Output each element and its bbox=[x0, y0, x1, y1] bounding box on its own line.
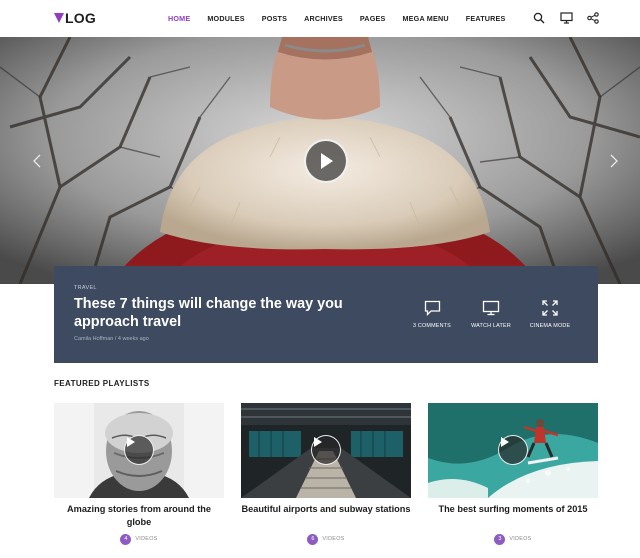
comment-icon bbox=[422, 299, 442, 317]
site-header: LOG HOME MODULES POSTS ARCHIVES PAGES ME… bbox=[0, 0, 640, 37]
comments-button[interactable]: 3 COMMENTS bbox=[402, 299, 462, 333]
playlist-card: Amazing stories from around the globe 4 … bbox=[54, 403, 224, 553]
post-meta: Camila Hoffman / 4 weeks ago bbox=[74, 336, 149, 342]
videos-label: VIDEOS bbox=[509, 536, 532, 542]
expand-icon bbox=[540, 299, 560, 317]
playlist-meta: 4 VIDEOS bbox=[54, 533, 224, 545]
watch-later-button[interactable]: WATCH LATER bbox=[461, 299, 521, 333]
play-icon bbox=[501, 437, 509, 447]
video-count-badge: 4 bbox=[120, 533, 132, 545]
search-icon[interactable] bbox=[532, 11, 546, 25]
nav-item-mega-menu[interactable]: MEGA MENU bbox=[402, 12, 448, 26]
hero-next-arrow-icon[interactable] bbox=[607, 152, 621, 170]
videos-label: VIDEOS bbox=[135, 536, 158, 542]
playlist-thumbnail[interactable] bbox=[428, 403, 598, 498]
playlist-play-button[interactable] bbox=[498, 435, 528, 465]
post-category[interactable]: TRAVEL bbox=[74, 285, 97, 291]
hero-prev-arrow-icon[interactable] bbox=[30, 152, 44, 170]
videos-label: VIDEOS bbox=[322, 536, 345, 542]
comments-label: 3 COMMENTS bbox=[413, 323, 451, 329]
nav-item-posts[interactable]: POSTS bbox=[262, 12, 287, 26]
main-nav: HOME MODULES POSTS ARCHIVES PAGES MEGA M… bbox=[168, 12, 523, 26]
playlist-play-button[interactable] bbox=[311, 435, 341, 465]
nav-item-pages[interactable]: PAGES bbox=[360, 12, 386, 26]
playlist-meta: 6 VIDEOS bbox=[241, 533, 411, 545]
video-count-badge: 6 bbox=[307, 533, 319, 545]
playlist-title[interactable]: Amazing stories from around the globe bbox=[54, 503, 224, 529]
section-title: FEATURED PLAYLISTS bbox=[54, 379, 150, 388]
post-title[interactable]: These 7 things will change the way you a… bbox=[74, 295, 374, 331]
site-logo[interactable]: LOG bbox=[54, 10, 96, 26]
cinema-mode-label: CINEMA MODE bbox=[529, 323, 571, 329]
playlist-card: Beautiful airports and subway stations 6… bbox=[241, 403, 411, 553]
nav-item-features[interactable]: FEATURES bbox=[466, 12, 506, 26]
play-icon bbox=[314, 437, 322, 447]
nav-item-home[interactable]: HOME bbox=[168, 12, 190, 26]
video-count-badge: 3 bbox=[494, 533, 506, 545]
logo-text: LOG bbox=[65, 10, 96, 26]
playlist-title[interactable]: Beautiful airports and subway stations bbox=[241, 503, 411, 516]
playlist-thumbnail[interactable] bbox=[54, 403, 224, 498]
monitor-icon[interactable] bbox=[559, 11, 573, 25]
playlist-title[interactable]: The best surfing moments of 2015 bbox=[428, 503, 598, 516]
hero-video[interactable] bbox=[0, 37, 640, 284]
share-icon[interactable] bbox=[586, 11, 600, 25]
playlist-card: The best surfing moments of 2015 3 VIDEO… bbox=[428, 403, 598, 553]
play-icon bbox=[321, 153, 333, 169]
playlist-thumbnail[interactable] bbox=[241, 403, 411, 498]
watch-later-label: WATCH LATER bbox=[471, 323, 511, 329]
cinema-mode-button[interactable]: CINEMA MODE bbox=[520, 299, 580, 333]
featured-post-card: TRAVEL These 7 things will change the wa… bbox=[54, 266, 598, 363]
logo-v-icon bbox=[54, 13, 64, 23]
playlist-meta: 3 VIDEOS bbox=[428, 533, 598, 545]
hero-play-button[interactable] bbox=[304, 139, 348, 183]
nav-item-archives[interactable]: ARCHIVES bbox=[304, 12, 343, 26]
play-icon bbox=[127, 437, 135, 447]
nav-item-modules[interactable]: MODULES bbox=[207, 12, 244, 26]
playlist-play-button[interactable] bbox=[124, 435, 154, 465]
monitor-icon bbox=[481, 299, 501, 317]
